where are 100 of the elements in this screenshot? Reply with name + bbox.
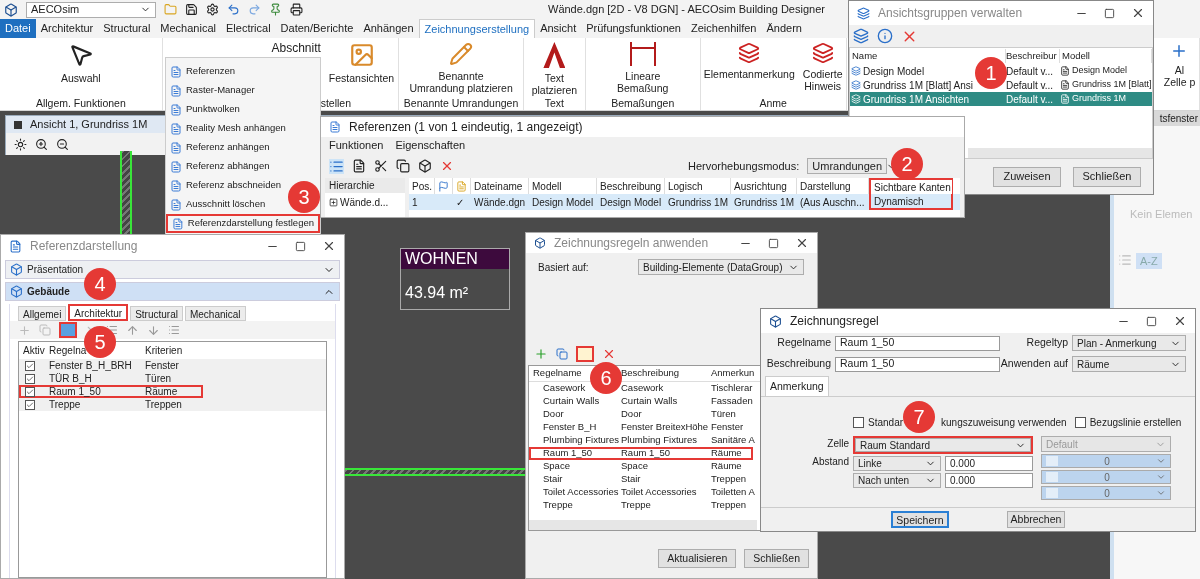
print-icon[interactable]: [290, 3, 303, 16]
tree-item[interactable]: Wände.d...: [340, 195, 389, 210]
attach-icon[interactable]: [352, 159, 366, 173]
close-icon[interactable]: [1131, 6, 1145, 20]
close-icon[interactable]: [322, 239, 336, 253]
table-row[interactable]: Stair Stair Treppen: [529, 473, 753, 486]
scissors-icon[interactable]: [374, 159, 388, 173]
dialog-button[interactable]: Speichern: [891, 511, 949, 528]
table-row[interactable]: Toilet Accessories Toilet Accessories Toiletten A: [529, 486, 753, 499]
type-dropdown[interactable]: Plan - Anmerkung: [1072, 335, 1186, 351]
ribbon-tab[interactable]: Daten/Berichte: [275, 19, 359, 38]
dialog-button[interactable]: Schließen: [1073, 166, 1141, 187]
ribbon-tab[interactable]: Structural: [98, 19, 156, 38]
ribbon-button[interactable]: Auswahl: [61, 42, 101, 84]
number-field[interactable]: 0.000: [945, 456, 1033, 471]
text-field[interactable]: Raum 1_50: [835, 335, 1000, 351]
menu-item[interactable]: Eigenschaften: [395, 137, 466, 154]
ribbon-button[interactable]: Benannte Umrandung platzieren: [409, 42, 513, 94]
style-dropdown[interactable]: 0: [1041, 486, 1171, 500]
ribbon-button[interactable]: Festansichten: [328, 42, 395, 84]
table-row[interactable]: Plumbing Fixtures Plumbing Fixtures Sanitäre A: [529, 434, 753, 447]
ribbon-tab[interactable]: Architektur: [35, 19, 99, 38]
cell-dropdown[interactable]: Raum Standard: [855, 438, 1031, 452]
up-icon[interactable]: [126, 323, 139, 337]
ribbon-tab[interactable]: Electrical: [221, 19, 276, 38]
tab[interactable]: Anmerkung: [765, 376, 829, 396]
expand-icon[interactable]: [329, 198, 338, 207]
checkbox[interactable]: [853, 417, 864, 428]
checkbox[interactable]: [1074, 417, 1086, 428]
dialog-button[interactable]: Aktualisieren: [658, 549, 737, 568]
down-icon[interactable]: [147, 323, 160, 337]
maximize-icon[interactable]: [295, 240, 306, 252]
undo-icon[interactable]: [227, 3, 240, 16]
checkbox[interactable]: [25, 373, 35, 384]
table-row[interactable]: Treppe Treppe Treppen: [529, 499, 753, 512]
table-row[interactable]: Door Door Türen: [529, 408, 753, 421]
style-dropdown[interactable]: 0: [1041, 454, 1171, 468]
ribbon-tab[interactable]: Ändern: [761, 19, 807, 38]
cube-icon[interactable]: [418, 159, 432, 173]
checkbox[interactable]: [25, 399, 35, 410]
ribbon-button[interactable]: Elementanmerkung: [703, 42, 795, 80]
tab[interactable]: Architektur: [68, 304, 129, 321]
ribbon-tab[interactable]: Prüfungsfunktionen: [581, 19, 686, 38]
ribbon-button[interactable]: Text platzieren: [531, 42, 578, 96]
tab[interactable]: Mechanical: [184, 306, 246, 321]
ribbon-button[interactable]: Lineare Bemaßung: [617, 42, 669, 94]
ribbon-tab[interactable]: Mechanical: [155, 19, 221, 38]
maximize-icon[interactable]: [1146, 315, 1157, 327]
close-icon[interactable]: [1173, 314, 1187, 328]
table-row[interactable]: 1 ✓ Wände.dgn Design Model Design Model Grundriss 1M Grundriss 1M (Aus Auschn... Dynamisch: [409, 194, 960, 210]
maximize-icon[interactable]: [768, 237, 779, 249]
direction-dropdown[interactable]: Nach unten: [853, 473, 941, 488]
ribbon-tab[interactable]: Datei: [0, 19, 36, 38]
checkbox[interactable]: [25, 386, 35, 397]
info-icon[interactable]: [877, 28, 893, 44]
sun-icon[interactable]: [14, 137, 27, 151]
ribbon-button[interactable]: Al Zelle p: [1163, 42, 1196, 88]
delete-icon[interactable]: [440, 159, 454, 173]
number-field[interactable]: 0.000: [945, 473, 1033, 488]
settings-icon[interactable]: [206, 3, 219, 16]
dialog-button[interactable]: Schließen: [744, 549, 809, 568]
checkbox[interactable]: [25, 360, 35, 371]
menu-item[interactable]: Ausschnitt löschen: [166, 195, 270, 214]
menu-item[interactable]: Referenzen: [166, 62, 240, 81]
ribbon-tab[interactable]: Zeichnungserstellung: [418, 19, 536, 38]
dialog-button[interactable]: Zuweisen: [993, 166, 1061, 187]
table-row[interactable]: Raum 1_50 Räume: [19, 385, 203, 398]
edit-button[interactable]: [576, 345, 594, 362]
menu-item[interactable]: Funktionen: [329, 137, 384, 154]
style-dropdown[interactable]: 0: [1041, 470, 1171, 484]
ribbon-tab[interactable]: Zeichenhilfen: [686, 19, 762, 38]
zoom-out-icon[interactable]: [56, 137, 69, 151]
based-on-dropdown[interactable]: Building-Elemente (DataGroup): [638, 259, 804, 275]
dialog-button[interactable]: Abbrechen: [1007, 511, 1065, 528]
ribbon-button[interactable]: Codierte Hinweis: [802, 42, 843, 92]
ribbon-tab[interactable]: Anhängen: [358, 19, 419, 38]
text-field[interactable]: Raum 1_50: [835, 356, 1000, 372]
menu-item[interactable]: Reality Mesh anhängen: [166, 119, 290, 138]
app-icon[interactable]: [4, 2, 18, 17]
menu-item[interactable]: Referenz abschneiden: [166, 176, 286, 195]
tree-icon[interactable]: [329, 158, 344, 174]
pin-icon[interactable]: [269, 3, 282, 16]
copy-icon[interactable]: [396, 159, 410, 173]
tab[interactable]: Structural: [130, 306, 183, 321]
selected-row[interactable]: Grundriss 1M Ansichten Default v... Grundriss 1M: [850, 92, 1152, 106]
menu-item[interactable]: Punktwolken: [166, 100, 244, 119]
type-dropdown[interactable]: Räume: [1072, 356, 1186, 372]
close-icon[interactable]: [795, 236, 809, 250]
ribbon-button[interactable]: Abschnitt: [271, 42, 321, 54]
menu-item[interactable]: Referenzdarstellung festlegen: [166, 214, 320, 233]
table-row[interactable]: Space Space Räume: [529, 460, 753, 473]
maximize-icon[interactable]: [1104, 7, 1115, 19]
list-icon[interactable]: [168, 324, 180, 336]
zoom-in-icon[interactable]: [35, 137, 48, 151]
table-row[interactable]: Curtain Walls Curtain Walls Fassaden: [529, 395, 753, 408]
ribbon-tab[interactable]: Ansicht: [535, 19, 582, 38]
list-icon[interactable]: [106, 324, 118, 336]
table-row[interactable]: Fenster B_H Fenster BreitexHöhe Fenster: [529, 421, 753, 434]
menu-item[interactable]: Raster-Manager: [166, 81, 259, 100]
menu-item[interactable]: Referenz anhängen: [166, 138, 274, 157]
